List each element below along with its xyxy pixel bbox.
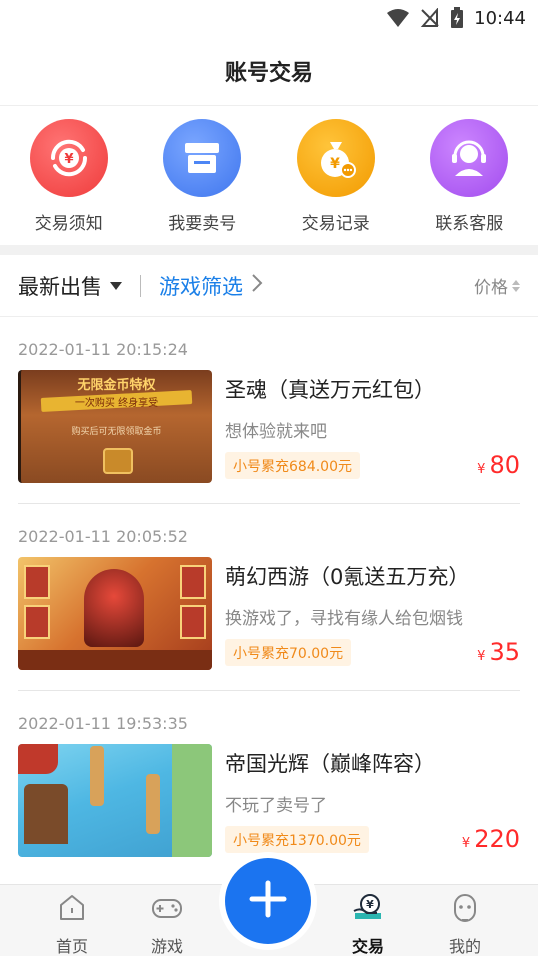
sort-price-button[interactable]: 价格 xyxy=(474,273,520,298)
listing-title: 圣魂（真送万元红包） xyxy=(225,378,435,402)
battery-charging-icon xyxy=(450,7,464,29)
quick-action-label: 我要卖号 xyxy=(168,214,237,234)
listing-price: ¥ 80 xyxy=(477,451,520,479)
svg-text:¥: ¥ xyxy=(64,152,73,167)
quick-actions: ¥ 交易须知 我要卖号 ¥ 交易记录 联系客服 xyxy=(0,107,538,245)
recharge-badge: 小号累充684.00元 xyxy=(225,452,360,479)
game-filter-label: 游戏筛选 xyxy=(159,274,243,299)
list-item[interactable]: 2022-01-11 20:15:24 无限金币特权 一次购买 终身享受 购买后… xyxy=(0,317,538,504)
quick-action-trade-rules[interactable]: ¥ 交易须知 xyxy=(2,107,136,245)
listing-price: ¥ 35 xyxy=(477,638,520,666)
quick-action-customer-service[interactable]: 联系客服 xyxy=(403,107,537,245)
price-value: 35 xyxy=(489,638,520,666)
sort-latest-dropdown[interactable]: 最新出售 xyxy=(18,271,122,301)
listing-timestamp: 2022-01-11 20:15:24 xyxy=(18,340,188,359)
currency-symbol: ¥ xyxy=(461,836,471,851)
nav-item-games[interactable]: 游戏 xyxy=(122,885,212,956)
trade-yuan-icon: ¥ xyxy=(351,891,385,927)
home-icon xyxy=(56,891,88,927)
chevron-right-icon xyxy=(251,273,263,298)
price-value: 80 xyxy=(489,451,520,479)
storefront-icon xyxy=(163,119,242,197)
nav-label: 交易 xyxy=(351,937,384,956)
listing-thumbnail: 无限金币特权 一次购买 终身享受 购买后可无限领取金币 xyxy=(18,370,212,483)
nav-item-home[interactable]: 首页 xyxy=(27,885,117,956)
nav-item-mine[interactable]: 我的 xyxy=(420,885,510,956)
listing-price: ¥ 220 xyxy=(462,825,520,853)
listing-timestamp: 2022-01-11 20:05:52 xyxy=(18,527,188,546)
add-listing-button[interactable] xyxy=(225,858,311,944)
recharge-badge: 小号累充70.00元 xyxy=(225,639,352,666)
money-bag-icon: ¥ xyxy=(296,119,375,197)
section-divider xyxy=(0,245,538,255)
thumb-caption: 一次购买 终身享受 xyxy=(74,398,159,409)
price-sort-label: 价格 xyxy=(474,278,508,298)
list-item[interactable]: 2022-01-11 19:53:35 帝国光辉（巅峰阵容） 不玩了卖号了 小号… xyxy=(0,691,538,878)
quick-action-label: 交易记录 xyxy=(301,214,370,234)
listing-title: 帝国光辉（巅峰阵容） xyxy=(225,752,435,776)
caret-down-icon xyxy=(110,281,122,290)
no-signal-icon xyxy=(420,8,440,28)
thumb-caption: 购买后可无限领取金币 xyxy=(71,427,162,437)
status-time: 10:44 xyxy=(474,7,526,29)
gamepad-icon xyxy=(150,891,184,927)
nav-label: 首页 xyxy=(55,937,88,956)
refresh-yuan-icon: ¥ xyxy=(29,119,108,197)
profile-face-icon xyxy=(449,891,481,927)
recharge-badge: 小号累充1370.00元 xyxy=(225,826,369,853)
nav-label: 我的 xyxy=(448,937,481,956)
sort-latest-label: 最新出售 xyxy=(18,274,102,299)
nav-item-trade[interactable]: ¥ 交易 xyxy=(323,885,413,956)
quick-action-sell-account[interactable]: 我要卖号 xyxy=(136,107,270,245)
filter-bar: 最新出售 游戏筛选 价格 xyxy=(0,255,538,317)
listing-description: 想体验就来吧 xyxy=(225,422,327,442)
listing-thumbnail xyxy=(18,744,212,857)
quick-action-trade-records[interactable]: ¥ 交易记录 xyxy=(269,107,403,245)
currency-symbol: ¥ xyxy=(477,649,486,664)
game-filter-button[interactable]: 游戏筛选 xyxy=(159,271,263,301)
list-item[interactable]: 2022-01-11 20:05:52 萌幻西游（0氪送五万充） 换游戏了，寻找… xyxy=(0,504,538,691)
header: 账号交易 xyxy=(0,36,538,106)
listing-thumbnail xyxy=(18,557,212,670)
currency-symbol: ¥ xyxy=(477,462,486,477)
listing-description: 换游戏了，寻找有缘人给包烟钱 xyxy=(225,609,463,629)
quick-action-label: 交易须知 xyxy=(34,214,103,234)
nav-label: 游戏 xyxy=(150,937,183,956)
quick-action-label: 联系客服 xyxy=(435,214,504,234)
status-bar: 10:44 xyxy=(0,0,538,36)
listing-timestamp: 2022-01-11 19:53:35 xyxy=(18,714,188,733)
page-title: 账号交易 xyxy=(224,60,313,86)
listing-title: 萌幻西游（0氪送五万充） xyxy=(225,565,470,589)
headset-support-icon xyxy=(430,119,509,197)
price-value: 220 xyxy=(474,825,520,853)
svg-text:¥: ¥ xyxy=(330,156,340,172)
listing-description: 不玩了卖号了 xyxy=(225,796,327,816)
sort-arrows-icon xyxy=(512,279,520,292)
svg-text:¥: ¥ xyxy=(366,898,374,911)
filter-separator xyxy=(140,274,141,297)
wifi-icon xyxy=(386,8,410,28)
plus-icon xyxy=(248,879,288,923)
